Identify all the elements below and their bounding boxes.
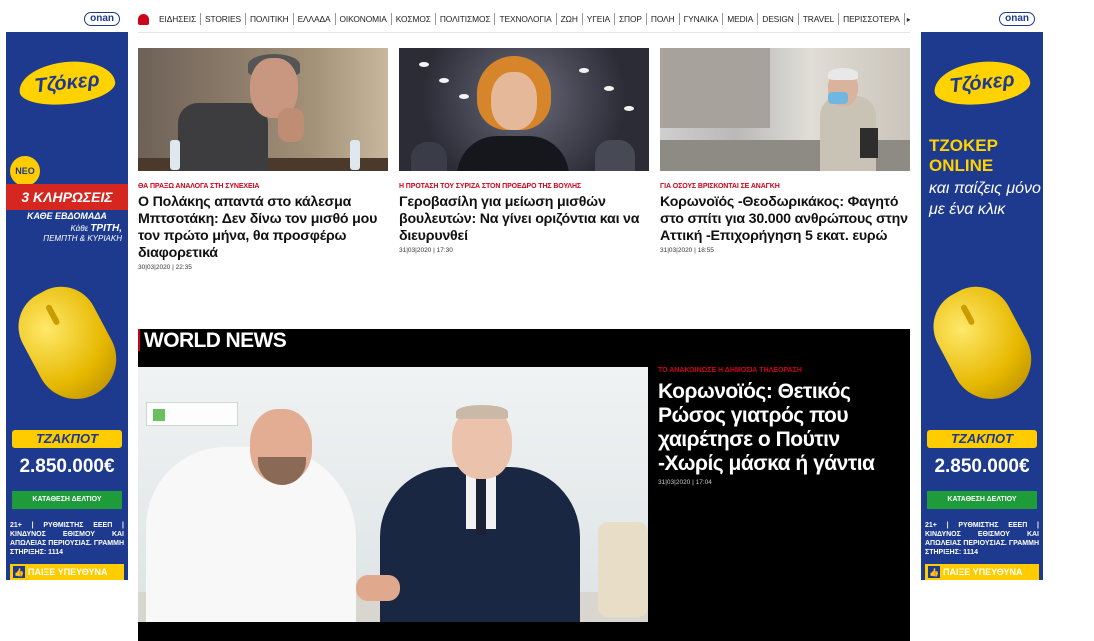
days-rest: ΠΕΜΠΤΗ & ΚΥΡΙΑΚΗ	[43, 234, 122, 243]
more-arrow-icon[interactable]: ▸	[907, 15, 910, 24]
mouse-illustration	[921, 273, 1043, 414]
nav-item-travel[interactable]: TRAVEL	[799, 13, 840, 25]
article-date: 31|03|2020 | 17:30	[399, 247, 453, 254]
gambling-warning: 21+ | ΡΥΘΜΙΣΤΗΣ ΕΕΕΠ | ΚΙΝΔΥΝΟΣ ΕΘΙΣΜΟΥ …	[925, 522, 1039, 556]
mouse-illustration	[6, 273, 128, 414]
article-date: 31|03|2020 | 18:55	[660, 247, 714, 254]
article-kicker: ΓΙΑ ΟΣΟΥΣ ΒΡΙΣΚΟΝΤΑΙ ΣΕ ΑΝΑΓΚΗ	[660, 183, 780, 190]
nav-item-economy[interactable]: ΟΙΚΟΝΟΜΙΑ	[336, 13, 392, 25]
jackpot-label: ΤΖΑΚΠΟΤ	[927, 430, 1037, 448]
home-icon[interactable]	[138, 13, 149, 25]
article-image[interactable]	[399, 48, 649, 171]
left-ad-banner[interactable]: onan Τζόκερ ΝΕΟ 3 ΚΛΗΡΩΣΕΙΣ ΚΑΘΕ ΕΒΔΟΜΑΔ…	[6, 6, 128, 580]
nav-item-politics[interactable]: ΠΟΛΙΤΙΚΗ	[246, 13, 294, 25]
ad-tagline: και παίζεις μόνο με ένα κλικ	[929, 180, 1041, 218]
tzoker-logo: Τζόκερ	[17, 57, 117, 109]
article-card[interactable]: Η ΠΡΟΤΑΣΗ ΤΟΥ ΣΥΡΙΖΑ ΣΤΟΝ ΠΡΟΕΔΡΟ ΤΗΣ ΒΟ…	[399, 48, 649, 254]
nav-item-media[interactable]: MEDIA	[723, 13, 759, 25]
featured-date: 31|03|2020 | 17:04	[658, 479, 712, 486]
play-responsibly-banner: 👍 ΠΑΙΞΕ ΥΠΕΥΘΥΝΑ	[10, 564, 124, 580]
tzoker-logo: Τζόκερ	[932, 57, 1032, 109]
nav-item-news[interactable]: ΕΙΔΗΣΕΙΣ	[155, 13, 202, 25]
jackpot-value: 2.850.000€	[934, 456, 1030, 477]
page: onan Τζόκερ ΝΕΟ 3 ΚΛΗΡΩΣΕΙΣ ΚΑΘΕ ΕΒΔΟΜΑΔ…	[0, 0, 1094, 641]
nav-item-stories[interactable]: STORIES	[201, 13, 246, 25]
nav-item-sports[interactable]: ΣΠΟΡ	[615, 13, 647, 25]
featured-headline[interactable]: Κορωνοϊός: Θετικός Ρώσος γιατρός που χαι…	[658, 380, 903, 476]
draw-days: Κάθε ΤΡΙΤΗ, ΠΕΜΠΤΗ & ΚΥΡΙΑΚΗ	[6, 224, 128, 244]
sponsor-logo: onan	[999, 12, 1035, 26]
article-image[interactable]	[660, 48, 910, 171]
article-card[interactable]: ΓΙΑ ΟΣΟΥΣ ΒΡΙΣΚΟΝΤΑΙ ΣΕ ΑΝΑΓΚΗ Κορωνοϊός…	[660, 48, 910, 254]
play-responsibly-label: ΠΑΙΞΕ ΥΠΕΥΘΥΝΑ	[943, 567, 1023, 577]
nav-item-health[interactable]: ΥΓΕΙΑ	[583, 13, 615, 25]
article-date: 30|03|2020 | 22:35	[138, 264, 192, 271]
nav-item-city[interactable]: ΠΟΛΗ	[647, 13, 680, 25]
bet-button[interactable]: ΚΑΤΑΘΕΣΗ ΔΕΛΤΙΟΥ	[12, 491, 122, 509]
sponsor-logo: onan	[84, 12, 120, 26]
article-title[interactable]: Γεροβασίλη για μείωση μισθών βουλευτών: …	[399, 194, 649, 245]
article-title[interactable]: Κορωνοϊός -Θεοδωρικάκος: Φαγητό στο σπίτ…	[660, 194, 910, 245]
jackpot-value: 2.850.000€	[19, 456, 115, 477]
nav-item-technology[interactable]: ΤΕΧΝΟΛΟΓΙΑ	[495, 13, 557, 25]
nav-item-design[interactable]: DESIGN	[758, 13, 799, 25]
nav-item-greece[interactable]: ΕΛΛΑΔΑ	[294, 13, 336, 25]
article-kicker: ΘΑ ΠΡΑΞΩ ΑΝΑΛΟΓΑ ΣΤΗ ΣΥΝΕΧΕΙΑ	[138, 183, 260, 190]
thumbs-up-icon: 👍	[13, 566, 25, 578]
new-badge: ΝΕΟ	[10, 156, 40, 186]
play-responsibly-banner: 👍 ΠΑΙΞΕ ΥΠΕΥΘΥΝΑ	[925, 564, 1039, 580]
article-image[interactable]	[138, 48, 388, 171]
nav-divider	[138, 32, 910, 33]
nav-item-life[interactable]: ΖΩΗ	[557, 13, 583, 25]
nav-item-culture[interactable]: ΠΟΛΙΤΙΣΜΟΣ	[436, 13, 496, 25]
nav-item-woman[interactable]: ΓΥΝΑΙΚΑ	[680, 13, 724, 25]
thumbs-up-icon: 👍	[928, 566, 940, 578]
article-card[interactable]: ΘΑ ΠΡΑΞΩ ΑΝΑΛΟΓΑ ΣΤΗ ΣΥΝΕΧΕΙΑ Ο Πολάκης …	[138, 48, 388, 271]
article-kicker: Η ΠΡΟΤΑΣΗ ΤΟΥ ΣΥΡΙΖΑ ΣΤΟΝ ΠΡΟΕΔΡΟ ΤΗΣ ΒΟ…	[399, 183, 582, 190]
jackpot-label: ΤΖΑΚΠΟΤ	[12, 430, 122, 448]
online-heading: ΤΖΟΚΕΡ ONLINE	[929, 136, 998, 175]
days-main: ΤΡΙΤΗ,	[90, 223, 122, 234]
days-prefix: Κάθε	[70, 224, 89, 233]
featured-kicker: ΤΟ ΑΝΑΚΟΙΝΩΣΕ Η ΔΗΜΟΣΙΑ ΤΗΛΕΟΡΑΣΗ	[658, 367, 802, 374]
featured-image[interactable]	[138, 367, 648, 622]
nav-item-more[interactable]: ΠΕΡΙΣΣΟΤΕΡΑ	[839, 13, 905, 25]
bet-button[interactable]: ΚΑΤΑΘΕΣΗ ΔΕΛΤΙΟΥ	[927, 491, 1037, 509]
play-responsibly-label: ΠΑΙΞΕ ΥΠΕΥΘΥΝΑ	[28, 567, 108, 577]
gambling-warning: 21+ | ΡΥΘΜΙΣΤΗΣ ΕΕΕΠ | ΚΙΝΔΥΝΟΣ ΕΘΙΣΜΟΥ …	[10, 522, 124, 556]
ad-sponsor-bar: onan	[6, 6, 128, 32]
ad-sponsor-bar: onan	[921, 6, 1043, 32]
draws-subtitle: ΚΑΘΕ ΕΒΔΟΜΑΔΑ	[27, 211, 107, 221]
main-nav: ΕΙΔΗΣΕΙΣ STORIES ΠΟΛΙΤΙΚΗ ΕΛΛΑΔΑ ΟΙΚΟΝΟΜ…	[138, 8, 910, 30]
featured-article-text: ΤΟ ΑΝΑΚΟΙΝΩΣΕ Η ΔΗΜΟΣΙΑ ΤΗΛΕΟΡΑΣΗ Κορωνο…	[658, 367, 903, 486]
nav-item-world[interactable]: ΚΟΣΜΟΣ	[392, 13, 436, 25]
world-news-section: WORLD NEWS ΤΟ ΑΝΑΚΟΙΝΩΣΕ Η ΔΗΜΟΣΙΑ ΤΗΛΕΟ…	[138, 329, 910, 641]
draws-banner: 3 ΚΛΗΡΩΣΕΙΣ	[6, 184, 128, 210]
article-title[interactable]: Ο Πολάκης απαντά στο κάλεσμα Μπτσοτάκη: …	[138, 194, 388, 262]
section-title[interactable]: WORLD NEWS	[138, 329, 292, 351]
right-ad-banner[interactable]: onan Τζόκερ ΤΖΟΚΕΡ ONLINE και παίζεις μό…	[921, 6, 1043, 580]
